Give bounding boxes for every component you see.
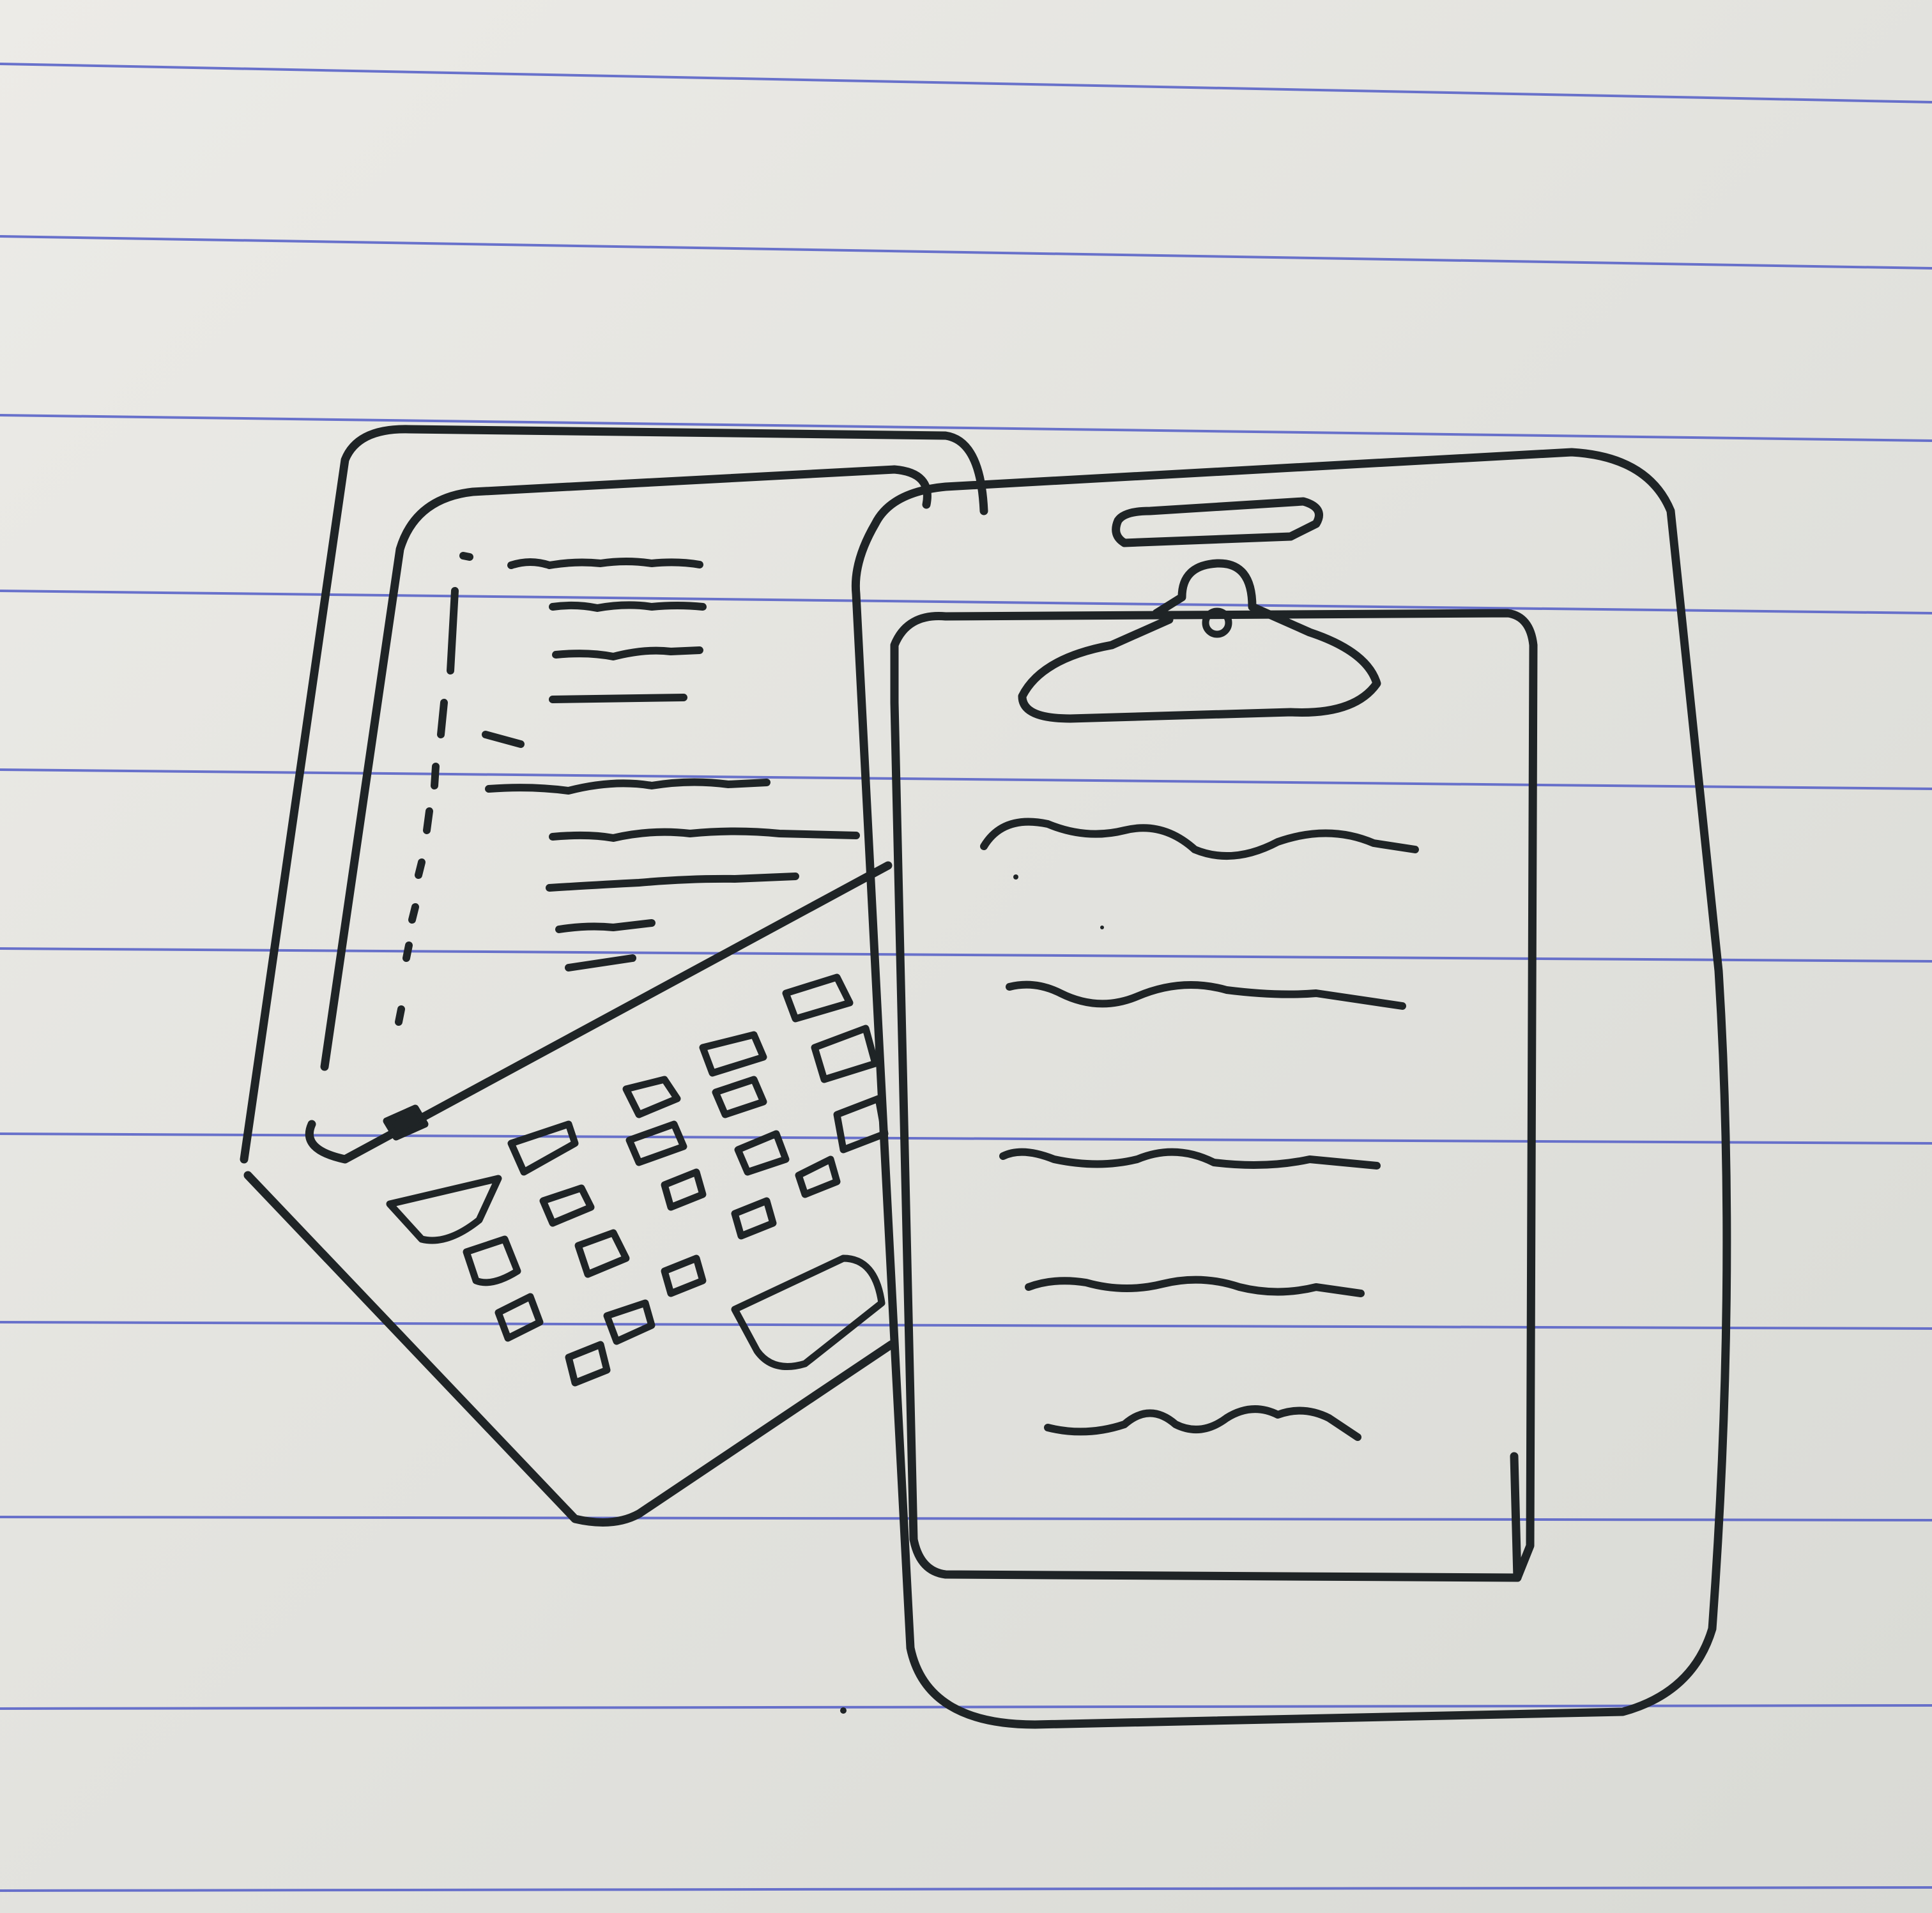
ink-dot [1100,926,1104,929]
code-line [437,699,448,738]
clipboard-edge-mark [1510,1452,1522,1582]
ink-dot [1013,874,1018,880]
code-line [395,1005,405,1026]
notebook-sketch [0,0,1932,1913]
code-line [507,558,703,569]
code-line [423,807,433,834]
code-line [549,601,707,612]
code-line [555,919,656,933]
code-line [447,587,459,675]
code-line [459,552,473,561]
code-line [408,903,419,924]
code-line [402,941,413,962]
code-line [415,858,425,879]
code-line [549,694,687,703]
paper-background [0,0,1932,1913]
ink-dot [840,1707,847,1714]
code-line [431,763,440,789]
